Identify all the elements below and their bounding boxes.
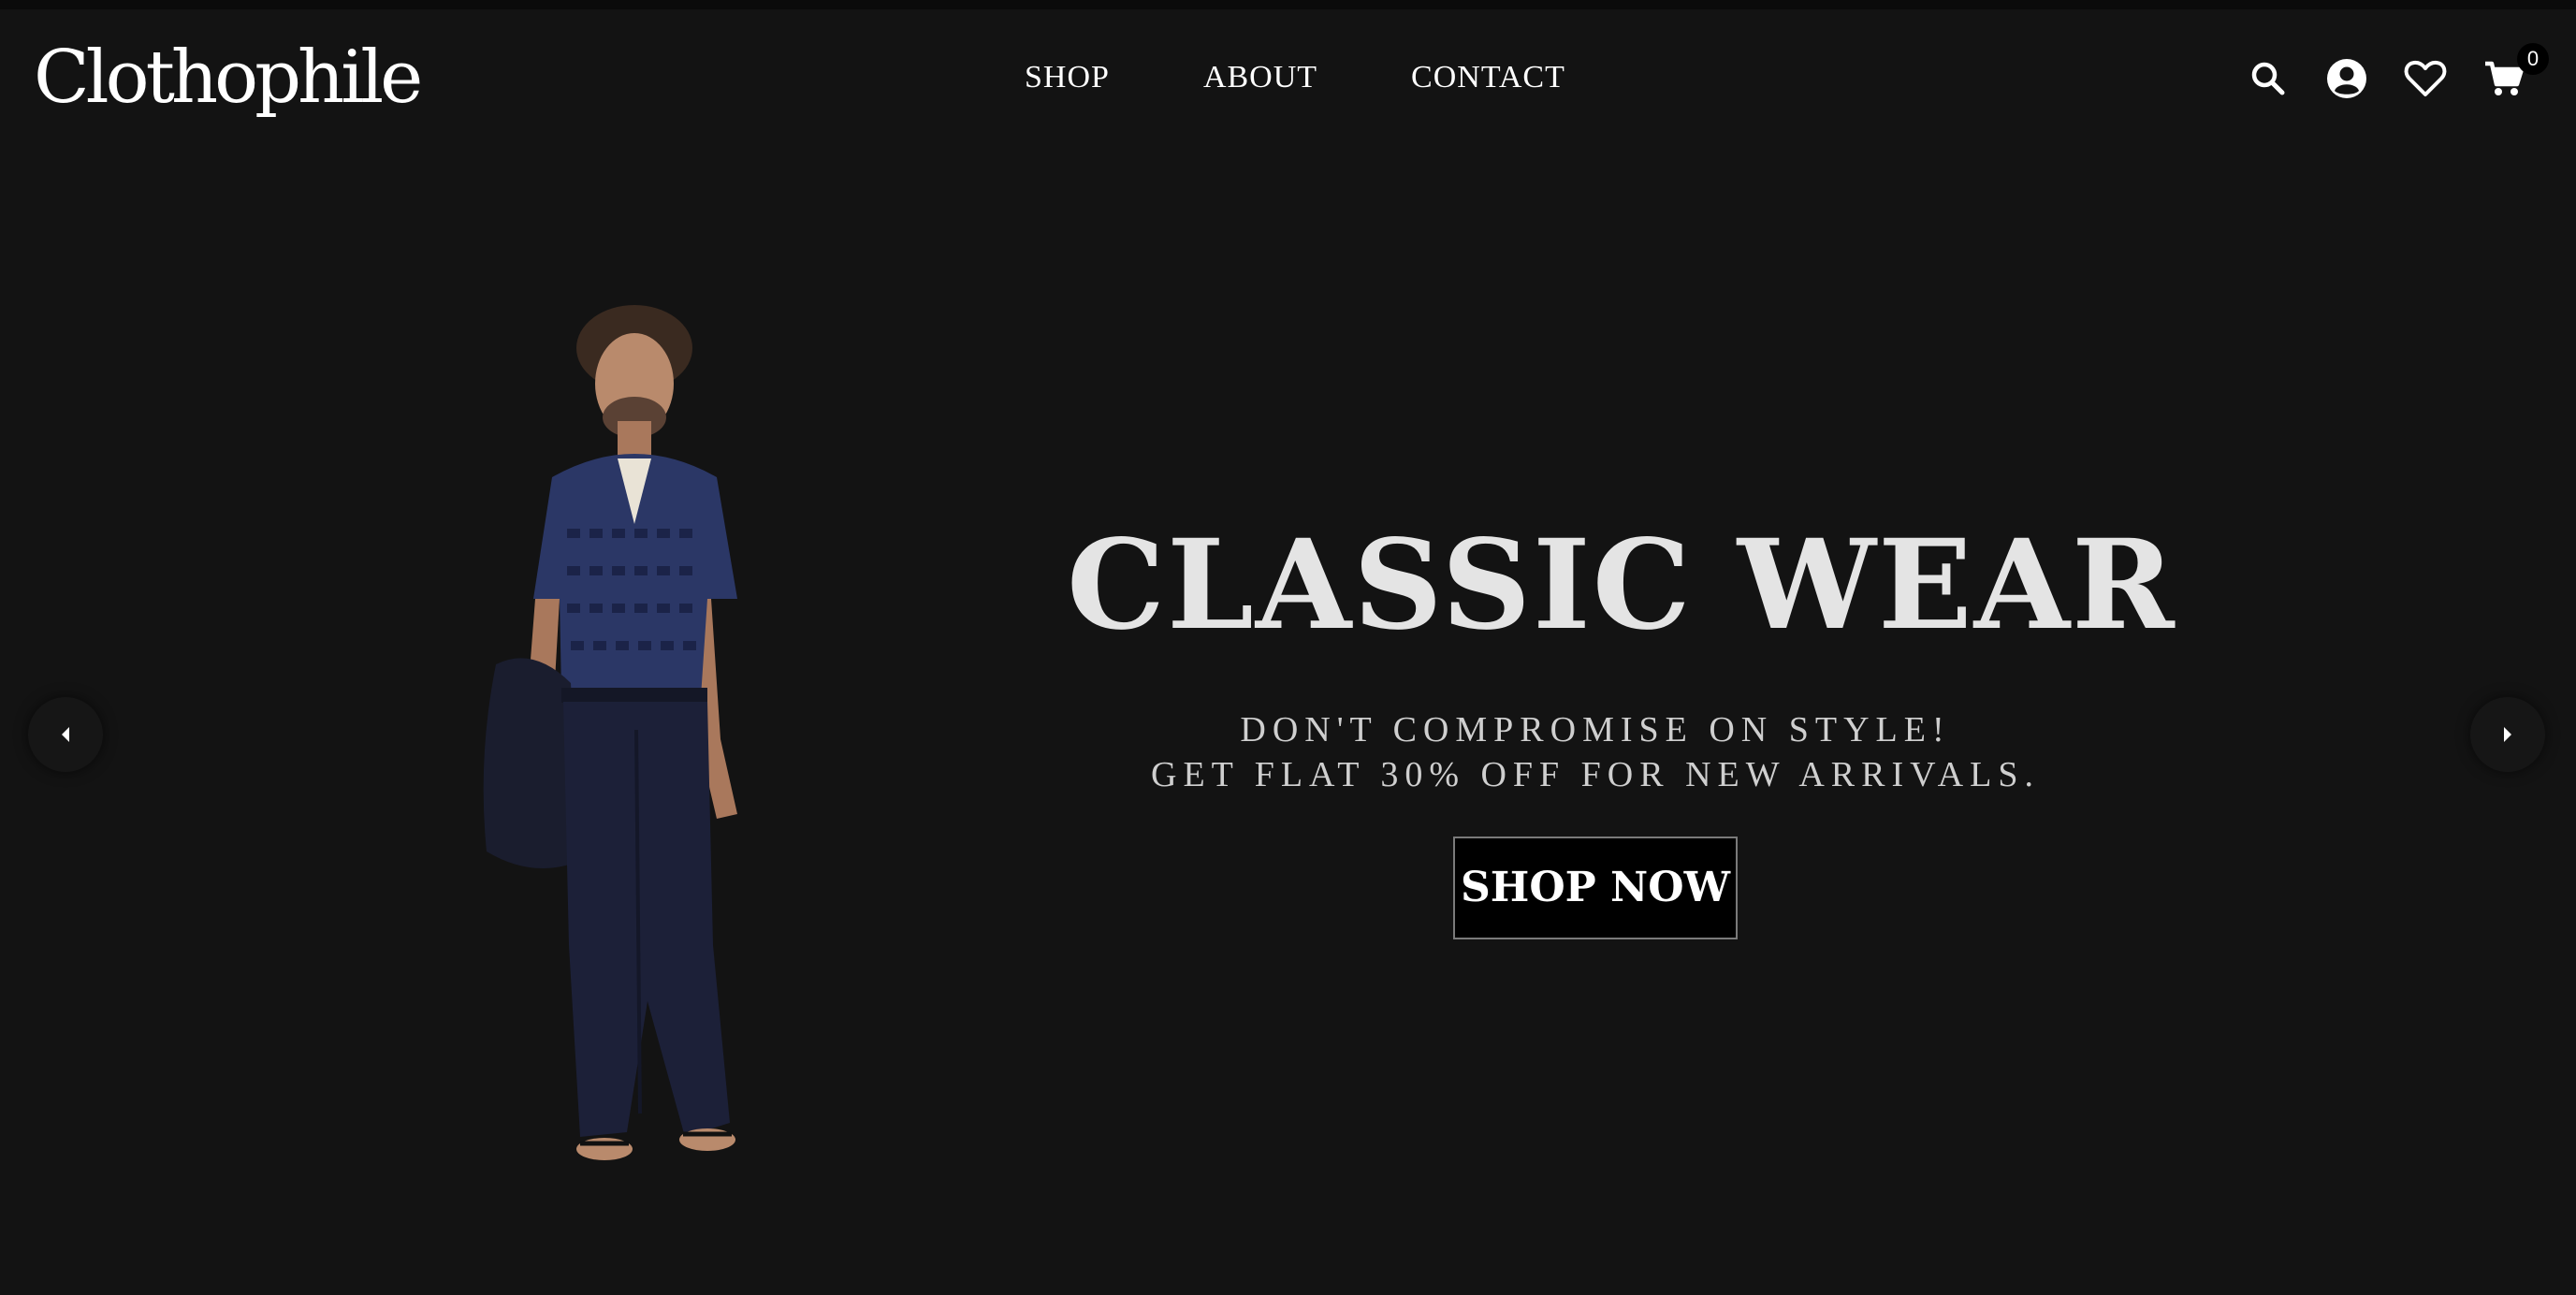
search-button[interactable] [2246,56,2291,101]
site-header: Clothophile SHOP ABOUT CONTACT 0 [0,9,2576,150]
caret-right-icon [2504,727,2511,742]
carousel-next-button[interactable] [2470,697,2545,772]
search-icon [2251,62,2285,95]
cart-button[interactable]: 0 [2481,43,2549,101]
account-button[interactable] [2324,56,2369,101]
nav-about-link[interactable]: ABOUT [1203,62,1317,94]
main-nav: SHOP ABOUT CONTACT [1025,62,1565,94]
hero-title: CLASSIC WEAR [1067,513,2176,658]
heart-icon [2404,60,2447,96]
hero-copy: CLASSIC WEAR DON'T COMPROMISE ON STYLE! … [1067,513,2176,939]
hero-subtitle: DON'T COMPROMISE ON STYLE! GET FLAT 30% … [1067,707,2124,797]
wishlist-button[interactable] [2403,56,2448,101]
header-icons: 0 [2246,43,2549,101]
user-circle-icon [2327,59,2366,98]
cart-count-badge: 0 [2517,43,2549,75]
shop-now-button[interactable]: SHOP NOW [1453,837,1738,939]
caret-left-icon [62,727,69,742]
hero-subtitle-line-1: DON'T COMPROMISE ON STYLE! [1240,710,1951,749]
carousel-prev-button[interactable] [28,697,103,772]
nav-shop-link[interactable]: SHOP [1025,62,1110,94]
brand-logo[interactable]: Clothophile [34,41,423,114]
top-strip [0,0,2576,9]
hero-banner: CLASSIC WEAR DON'T COMPROMISE ON STYLE! … [0,150,2576,1295]
hero-model-image [483,305,737,1160]
hero-subtitle-line-2: GET FLAT 30% OFF FOR NEW ARRIVALS. [1151,755,2040,794]
nav-contact-link[interactable]: CONTACT [1411,62,1565,94]
